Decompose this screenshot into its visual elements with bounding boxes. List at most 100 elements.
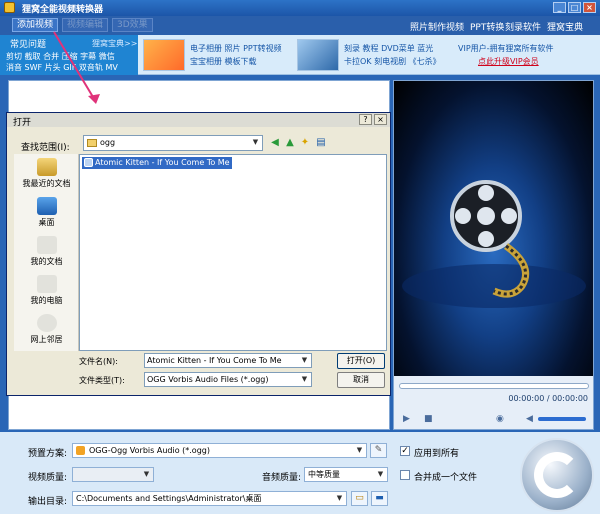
faq-row-1[interactable]: 剪切 截取 合并 压缩 字幕 微信 (6, 51, 115, 62)
open-file-dialog: 打开 ? × 查找范围(I): ogg ▼ ◀ ▲ ✦ ▤ 我最近的文档 桌面 … (6, 112, 391, 396)
preset-value: OGG-Ogg Vorbis Audio (*.ogg) (89, 446, 210, 455)
vip-upgrade-link[interactable]: 点此升级VIP会员 (478, 56, 539, 67)
ppt-convert-link[interactable]: PPT转换 (470, 20, 504, 33)
open-folder-icon[interactable]: ▬ (371, 491, 388, 506)
folder-icon (87, 139, 97, 147)
faq-more-link[interactable]: 狸窝宝典>> (92, 38, 137, 49)
settings-tool-button[interactable]: ✎ (370, 443, 387, 458)
place-network[interactable]: 网上邻居 (14, 314, 79, 345)
title-bar: 狸窝全能视频转换器 _ □ × (0, 0, 600, 16)
vip-ad-line-1[interactable]: VIP用户-拥有狸窝所有软件 (458, 43, 554, 54)
file-item[interactable]: Atomic Kitten - If You Come To Me (82, 157, 232, 169)
chevron-down-icon: ▼ (301, 356, 308, 364)
dialog-close-button[interactable]: × (374, 114, 387, 125)
cancel-button[interactable]: 取消 (337, 372, 385, 388)
output-path-field[interactable]: C:\Documents and Settings\Administrator\… (72, 491, 347, 506)
lookin-select[interactable]: ogg ▼ (83, 135, 263, 151)
audio-quality-value: 中等质量 (308, 470, 340, 479)
view-menu-icon[interactable]: ▤ (315, 137, 327, 149)
faq-panel: 常见问题 狸窝宝典>> 剪切 截取 合并 压缩 字幕 微信 消音 SWF 片头 … (0, 35, 138, 75)
ad-bar: 常见问题 狸窝宝典>> 剪切 截取 合并 压缩 字幕 微信 消音 SWF 片头 … (0, 35, 600, 75)
browse-folder-icon[interactable]: ▭ (351, 491, 368, 506)
app-logo-icon (4, 2, 15, 13)
merge-checkbox[interactable] (400, 470, 410, 480)
audio-format-icon (76, 446, 85, 455)
output-path-value: C:\Documents and Settings\Administrator\… (76, 494, 262, 503)
desktop-icon (36, 197, 57, 215)
burn-software-link[interactable]: 刻录软件 (505, 20, 541, 33)
add-video-button[interactable]: 添加视频 (12, 18, 59, 32)
chevron-down-icon: ▼ (143, 470, 150, 478)
dvd-thumbnail-icon[interactable] (297, 39, 339, 71)
chevron-down-icon: ▼ (377, 470, 384, 478)
convert-button[interactable] (520, 438, 594, 512)
preset-select[interactable]: OGG-Ogg Vorbis Audio (*.ogg) ▼ (72, 443, 367, 458)
back-icon[interactable]: ◀ (269, 137, 281, 149)
play-icon[interactable]: ▶ (403, 414, 410, 424)
settings-panel: 预置方案: OGG-Ogg Vorbis Audio (*.ogg) ▼ ✎ ✓… (0, 432, 600, 514)
video-quality-label: 视频质量: (28, 473, 68, 483)
chevron-down-icon: ▼ (336, 494, 343, 502)
photo-video-link[interactable]: 照片制作视频 (410, 20, 464, 33)
chevron-down-icon: ▼ (252, 138, 259, 146)
new-folder-icon[interactable]: ✦ (299, 137, 311, 149)
places-bar: 我最近的文档 桌面 我的文档 我的电脑 网上邻居 (14, 154, 79, 351)
filetype-select[interactable]: OGG Vorbis Audio Files (*.ogg) ▼ (144, 372, 312, 387)
dvd-ad-line-2[interactable]: 卡拉OK 刻电视剧 《七杀》 (344, 56, 441, 67)
filename-value: Atomic Kitten - If You Come To Me (147, 356, 282, 365)
preset-label: 预置方案: (28, 449, 68, 459)
video-quality-select[interactable]: ▼ (72, 467, 154, 482)
up-folder-icon[interactable]: ▲ (284, 137, 296, 149)
open-button[interactable]: 打开(O) (337, 353, 385, 369)
network-icon (36, 314, 57, 332)
liwo-guide-link[interactable]: 狸窝宝典 (547, 20, 583, 33)
lookin-label: 查找范围(I): (21, 143, 70, 153)
convert-icon (534, 452, 580, 498)
snapshot-icon[interactable]: ◉ (496, 414, 504, 424)
apply-all-checkbox[interactable]: ✓ (400, 446, 410, 456)
dialog-title: 打开 (13, 118, 32, 128)
filetype-label: 文件类型(T): (79, 376, 125, 385)
output-label: 输出目录: (28, 497, 68, 507)
faq-row-2[interactable]: 消音 SWF 片头 GIF 双音轨 MV (6, 62, 118, 73)
window-title: 狸窝全能视频转换器 (22, 5, 104, 15)
place-my-documents[interactable]: 我的文档 (14, 236, 79, 267)
film-reel-icon (402, 180, 586, 308)
audio-quality-label: 音频质量: (262, 473, 302, 483)
place-recent[interactable]: 我最近的文档 (14, 158, 79, 189)
album-ad-line-1[interactable]: 电子相册 照片 PPT转视频 (190, 43, 282, 54)
stop-icon[interactable]: ■ (424, 414, 433, 424)
recent-documents-icon (36, 158, 57, 176)
close-button[interactable]: × (583, 2, 596, 13)
dialog-help-button[interactable]: ? (359, 114, 372, 125)
preview-panel: 00:00:00 / 00:00:00 ▶ ■ ◉ ◀ (393, 80, 594, 430)
preview-screen (394, 81, 593, 376)
time-display: 00:00:00 / 00:00:00 (508, 394, 588, 403)
volume-slider[interactable] (538, 417, 586, 421)
filetype-value: OGG Vorbis Audio Files (*.ogg) (147, 375, 269, 384)
lookin-value: ogg (100, 138, 116, 147)
place-desktop[interactable]: 桌面 (14, 197, 79, 228)
minimize-button[interactable]: _ (553, 2, 566, 13)
merge-label: 合并成一个文件 (414, 473, 478, 483)
my-documents-icon (36, 236, 57, 254)
seek-bar[interactable] (399, 383, 589, 389)
video-edit-button[interactable]: 视频编辑 (62, 18, 109, 32)
album-ad-line-2[interactable]: 宝宝相册 模板下载 (190, 56, 257, 67)
chevron-down-icon: ▼ (301, 375, 308, 383)
my-computer-icon (36, 275, 57, 293)
filename-label: 文件名(N): (79, 357, 118, 366)
dialog-title-bar: 打开 ? × (7, 113, 390, 128)
dvd-ad-line-1[interactable]: 刻录 教程 DVD菜单 蓝光 (344, 43, 433, 54)
audio-quality-select[interactable]: 中等质量 ▼ (304, 467, 388, 482)
apply-all-label: 应用到所有 (414, 449, 460, 459)
album-thumbnail-icon[interactable] (143, 39, 185, 71)
faq-title[interactable]: 常见问题 (10, 37, 46, 50)
volume-icon[interactable]: ◀ (526, 414, 533, 424)
place-my-computer[interactable]: 我的电脑 (14, 275, 79, 306)
file-browser[interactable]: Atomic Kitten - If You Come To Me (79, 154, 387, 351)
maximize-button[interactable]: □ (568, 2, 581, 13)
3d-effect-button[interactable]: 3D效果 (112, 18, 153, 32)
filename-input[interactable]: Atomic Kitten - If You Come To Me ▼ (144, 353, 312, 368)
chevron-down-icon: ▼ (356, 446, 363, 454)
